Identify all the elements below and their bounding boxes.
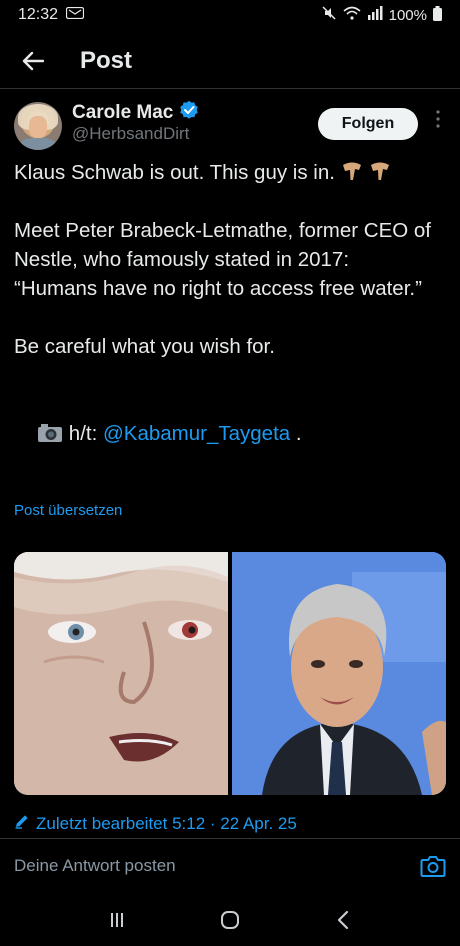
reply-bar: Deine Antwort posten [0,846,460,886]
divider [0,88,460,89]
edited-label: Zuletzt bearbeitet 5:12 · 22 Apr. 25 [36,813,297,833]
follow-button[interactable]: Folgen [318,108,418,140]
status-bar: 12:32 100% [0,0,460,30]
divider [0,838,460,839]
author-handle[interactable]: @HerbsandDirt [72,124,189,144]
camera-icon[interactable] [420,854,446,878]
verified-badge-icon [179,100,199,125]
back-nav-icon[interactable] [323,900,363,940]
camera-emoji-icon [37,422,63,451]
wifi-icon [343,6,361,24]
back-arrow-icon[interactable] [10,38,56,84]
battery-icon [433,5,442,25]
post-media[interactable] [14,552,446,795]
page-title: Post [80,47,133,74]
post-text: Klaus Schwab is out. This guy is in. Mee… [14,158,446,480]
signal-icon [367,6,383,24]
post-paragraph-3: Be careful what you wish for. [14,335,275,358]
battery-level: 100% [388,6,427,24]
notification-icon [65,6,85,24]
hat-tip-suffix: . [290,422,302,445]
mute-icon [321,5,337,25]
media-image-right[interactable] [232,552,446,795]
post-paragraph-2: Meet Peter Brabeck-Letmathe, former CEO … [14,219,431,300]
pointing-down-hand-icon [369,160,391,180]
author-name[interactable]: Carole Mac [72,102,173,124]
avatar[interactable] [14,102,62,150]
more-icon[interactable] [430,110,446,134]
status-time: 12:32 [18,6,59,23]
recent-apps-icon[interactable] [97,900,137,940]
pointing-down-hand-icon [341,160,363,180]
pencil-icon [14,813,30,834]
edited-info[interactable]: Zuletzt bearbeitet 5:12 · 22 Apr. 25 [14,813,297,834]
reply-input[interactable]: Deine Antwort posten [14,856,176,876]
hat-tip-label: h/t: [68,422,103,445]
post-line-1: Klaus Schwab is out. This guy is in. [14,161,335,184]
translate-link[interactable]: Post übersetzen [14,502,122,519]
post-author: Carole Mac @HerbsandDirt Folgen [14,100,446,150]
media-image-left[interactable] [14,552,228,795]
top-bar: Post [0,38,460,84]
system-nav-bar [0,894,460,946]
home-icon[interactable] [210,900,250,940]
mention-link[interactable]: @Kabamur_Taygeta [103,422,290,445]
